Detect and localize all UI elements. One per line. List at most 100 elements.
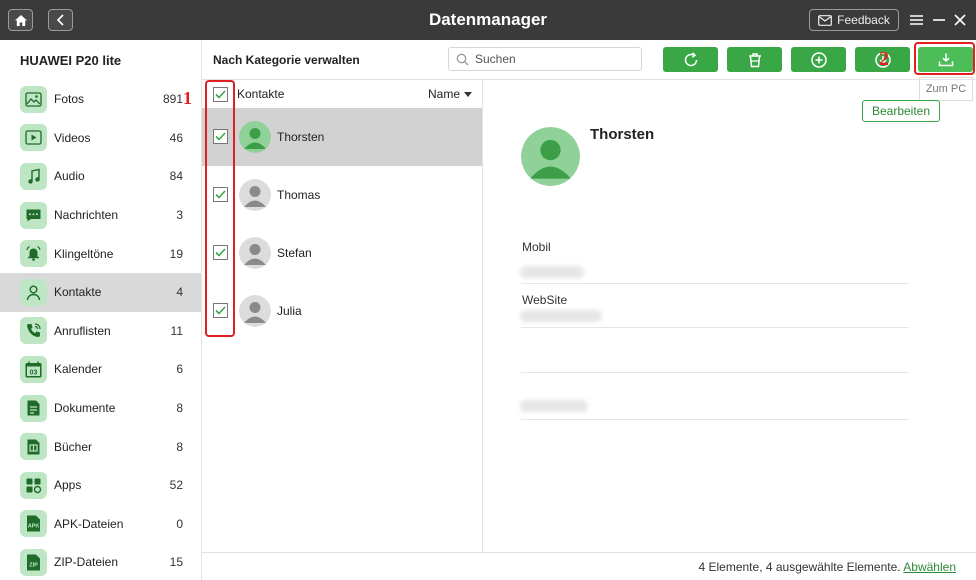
sidebar-item-label: Fotos [54, 92, 85, 107]
sidebar-item-label: Apps [54, 478, 82, 493]
feedback-button[interactable]: Feedback [809, 9, 899, 31]
sidebar-item-buecher[interactable]: Bücher 8 [0, 427, 201, 466]
sidebar-item-label: Klingeltöne [54, 246, 114, 261]
contact-name: Thorsten [277, 130, 325, 144]
sidebar-item-fotos[interactable]: Fotos 891 [0, 80, 201, 119]
minimize-icon [933, 19, 945, 21]
refresh-button[interactable] [663, 47, 718, 72]
sidebar-item-kalender[interactable]: 03 Kalender 6 [0, 350, 201, 389]
annotation-number-1: 1 [183, 88, 192, 108]
sidebar-item-count: 46 [169, 130, 183, 145]
contact-name: Thomas [277, 188, 321, 202]
sidebar-item-count: 52 [169, 478, 183, 493]
zip-icon-text: ZIP [29, 562, 38, 568]
sidebar-item-count: 4 [176, 285, 183, 300]
refresh-icon [684, 51, 697, 66]
person-icon [239, 121, 271, 153]
sidebar-item-anruflisten[interactable]: Anruflisten 11 [0, 312, 201, 351]
sidebar-item-apps[interactable]: Apps 52 [0, 466, 201, 505]
minimize-button[interactable] [930, 9, 948, 31]
annotation-box-checkboxes [205, 80, 235, 337]
list-item[interactable]: Thomas [202, 166, 482, 224]
deselect-link[interactable]: Abwählen [903, 560, 956, 574]
sidebar-item-count: 11 [170, 323, 183, 338]
sidebar-item-count: 15 [169, 555, 183, 570]
contact-icon [20, 278, 47, 306]
sidebar-item-count: 8 [176, 401, 183, 416]
blurred-value [520, 310, 602, 322]
calendar-icon: 03 [20, 355, 47, 383]
list-header: Kontakte Name [202, 80, 482, 108]
device-name: HUAWEI P20 lite [20, 53, 122, 68]
apk-file-icon: APK [20, 510, 47, 538]
message-icon [20, 201, 47, 229]
sidebar-item-label: Dokumente [54, 401, 116, 416]
person-icon [239, 237, 271, 269]
sidebar-item-label: Audio [54, 169, 85, 184]
sidebar-item-videos[interactable]: Videos 46 [0, 119, 201, 158]
edit-button[interactable]: Bearbeiten [862, 100, 940, 122]
sidebar-item-audio[interactable]: Audio 84 [0, 157, 201, 196]
search-input[interactable] [475, 52, 625, 66]
sidebar-item-label: Anruflisten [54, 323, 111, 338]
apps-grid-icon [20, 471, 47, 499]
sidebar-item-count: 3 [176, 208, 183, 223]
music-note-icon [20, 162, 47, 190]
blurred-value [520, 400, 588, 412]
list-item[interactable]: Thorsten [202, 108, 482, 166]
annotation-box-to-pc [914, 42, 975, 75]
detail-name: Thorsten [590, 126, 655, 143]
person-icon [521, 127, 580, 186]
avatar [239, 295, 271, 327]
menu-icon [909, 15, 923, 25]
sidebar: HUAWEI P20 lite Fotos 891 Videos 46 Audi… [0, 40, 202, 580]
list-item[interactable]: Julia [202, 282, 482, 340]
contact-name: Stefan [277, 246, 312, 260]
avatar [239, 237, 271, 269]
trash-icon [748, 52, 761, 67]
sidebar-item-apk-dateien[interactable]: APK APK-Dateien 0 [0, 505, 201, 544]
field-divider [521, 372, 909, 373]
menu-button[interactable] [907, 9, 925, 31]
selection-summary: 4 Elemente, 4 ausgewählte Elemente. [698, 560, 904, 574]
calendar-icon-text: 03 [30, 370, 38, 377]
phone-icon [20, 317, 47, 345]
sidebar-item-label: ZIP-Dateien [54, 555, 119, 570]
sidebar-item-nachrichten[interactable]: Nachrichten 3 [0, 196, 201, 235]
sidebar-item-zip-dateien[interactable]: ZIP ZIP-Dateien 15 [0, 543, 201, 580]
field-divider [521, 327, 909, 328]
search-box[interactable] [448, 47, 642, 71]
add-button[interactable] [791, 47, 846, 72]
sidebar-item-count: 8 [176, 439, 183, 454]
person-icon [239, 295, 271, 327]
book-icon [20, 433, 47, 461]
sidebar-item-count: 0 [176, 516, 183, 531]
sidebar-item-label: Bücher [54, 439, 93, 454]
video-icon [20, 124, 47, 152]
feedback-label: Feedback [837, 13, 890, 27]
sidebar-item-klingeltoene[interactable]: Klingeltöne 19 [0, 234, 201, 273]
bell-icon [20, 240, 47, 268]
close-button[interactable] [951, 9, 969, 31]
contact-name: Julia [277, 304, 302, 318]
sidebar-item-label: Videos [54, 130, 91, 145]
sort-label: Name [427, 87, 460, 101]
close-icon [954, 14, 966, 26]
delete-button[interactable] [727, 47, 782, 72]
blurred-value [520, 266, 584, 278]
add-circle-icon [810, 51, 827, 68]
mail-icon [818, 14, 833, 26]
website-label: WebSite [522, 293, 568, 307]
sidebar-item-dokumente[interactable]: Dokumente 8 [0, 389, 201, 428]
category-label: Nach Kategorie verwalten [213, 53, 360, 67]
sidebar-item-kontakte[interactable]: Kontakte 4 [0, 272, 201, 312]
sort-dropdown[interactable]: Name [428, 87, 472, 101]
avatar [239, 121, 271, 153]
detail-avatar [521, 127, 580, 186]
status-text: 4 Elemente, 4 ausgewählte Elemente. Abwä… [698, 560, 956, 574]
category-list: Fotos 891 Videos 46 Audio 84 Nachrichten… [0, 80, 201, 580]
sidebar-item-label: Kontakte [54, 285, 102, 300]
list-item[interactable]: Stefan [202, 224, 482, 282]
search-icon [456, 53, 469, 65]
apk-icon-text: APK [28, 524, 40, 530]
